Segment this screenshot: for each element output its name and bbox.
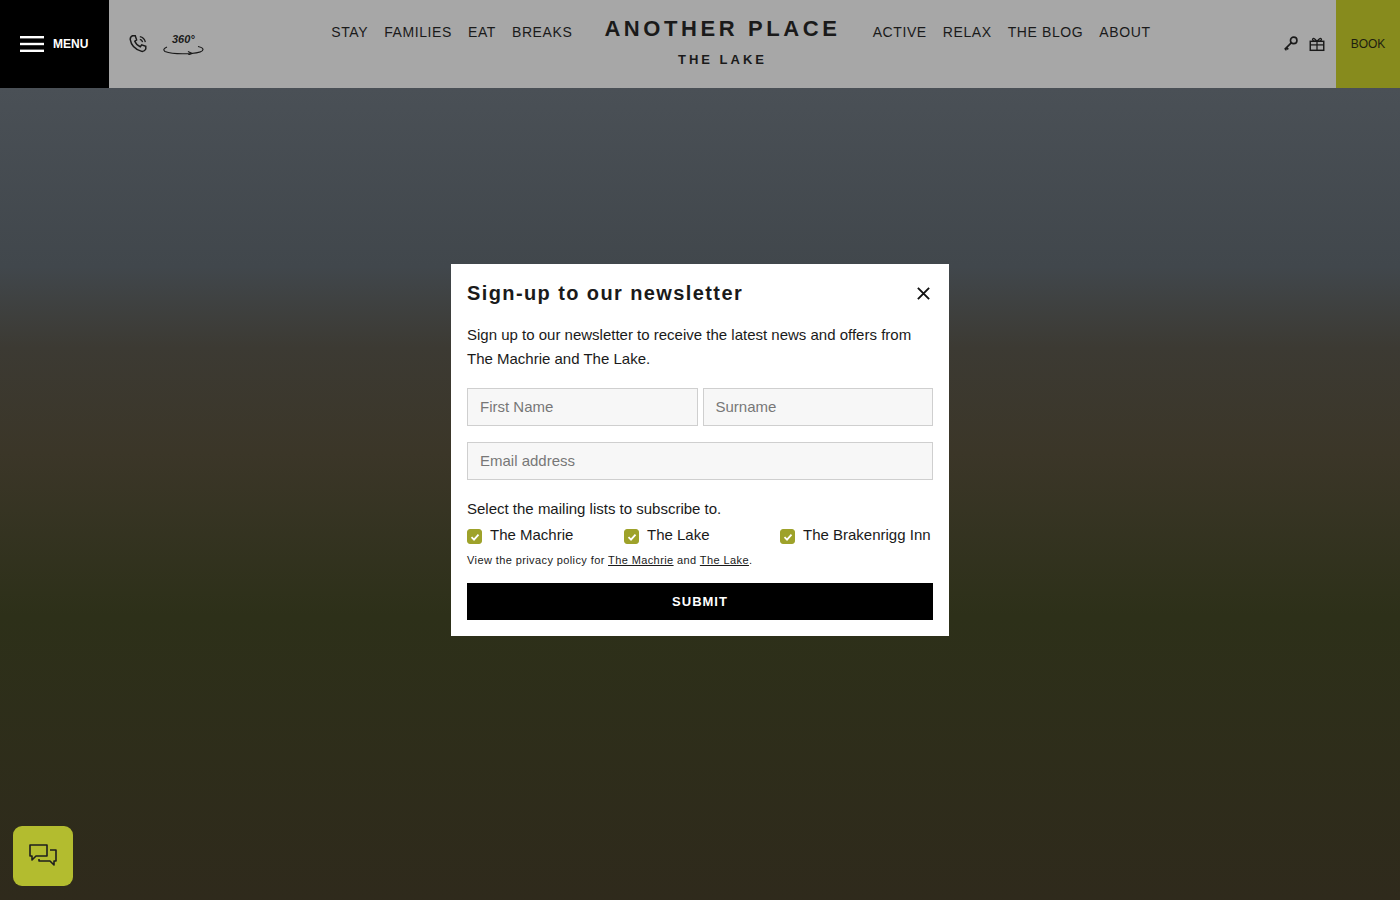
list-checkbox-row[interactable]: The Machrie — [467, 527, 624, 544]
menu-button[interactable]: MENU — [0, 0, 109, 88]
right-icons — [1282, 0, 1326, 88]
check-icon — [782, 531, 794, 543]
check-icon — [469, 531, 481, 543]
name-row: First NameSurname — [467, 388, 933, 426]
list-label: The Lake — [647, 527, 710, 542]
tour-label: 360° — [172, 33, 195, 45]
logo[interactable]: ANOTHER PLACE THE LAKE — [604, 0, 840, 88]
gift-icon[interactable] — [1308, 35, 1326, 53]
list-label: The Machrie — [490, 527, 573, 542]
mailing-lists: The Machrie The Lake The Brakenrigg Inn — [467, 527, 933, 544]
list-label: The Brakenrigg Inn — [803, 527, 931, 542]
chat-bubbles-icon — [27, 840, 59, 872]
tour-360-button[interactable]: 360° — [161, 33, 205, 55]
privacy-note: View the privacy policy for The Machrie … — [467, 554, 933, 566]
lists-label: Select the mailing lists to subscribe to… — [467, 500, 933, 517]
nav-left: STAY FAMILIES EAT BREAKS — [331, 0, 572, 40]
modal-layer: Sign-up to our newsletter Sign up to our… — [0, 0, 1400, 900]
privacy-link[interactable]: The Lake — [700, 554, 749, 566]
close-icon[interactable] — [916, 286, 931, 301]
nav-item[interactable]: BREAKS — [512, 24, 572, 40]
nav-item[interactable]: ABOUT — [1099, 24, 1150, 40]
name-field[interactable]: First Name — [467, 388, 698, 426]
page: MENU 360° STAY FAMILIES EAT BREAKS ANOTHER … — [0, 0, 1400, 900]
logo-title: ANOTHER PLACE — [604, 16, 840, 42]
checkbox[interactable] — [780, 529, 795, 544]
hamburger-icon — [20, 35, 44, 53]
checkbox[interactable] — [624, 529, 639, 544]
modal-title: Sign-up to our newsletter — [467, 282, 743, 305]
modal-header: Sign-up to our newsletter — [467, 280, 933, 305]
rotate-arrow-icon — [161, 45, 205, 55]
logo-subtitle: THE LAKE — [678, 52, 767, 67]
left-zone: 360° STAY FAMILIES EAT BREAKS — [109, 0, 604, 88]
nav-right: ACTIVE RELAX THE BLOG ABOUT — [873, 0, 1151, 40]
email-field[interactable]: Email address — [467, 442, 933, 480]
newsletter-modal: Sign-up to our newsletter Sign up to our… — [451, 264, 949, 636]
nav-item[interactable]: EAT — [468, 24, 496, 40]
right-zone: ACTIVE RELAX THE BLOG ABOUT — [841, 0, 1336, 88]
nav-item[interactable]: STAY — [331, 24, 368, 40]
key-icon[interactable] — [1282, 35, 1300, 53]
nav-item[interactable]: ACTIVE — [873, 24, 927, 40]
chat-button[interactable] — [13, 826, 73, 886]
nav-item[interactable]: RELAX — [943, 24, 992, 40]
nav-item[interactable]: THE BLOG — [1008, 24, 1084, 40]
phone-icon[interactable] — [127, 33, 149, 55]
submit-button[interactable]: SUBMIT — [467, 583, 933, 620]
menu-label: MENU — [53, 37, 88, 51]
header-tools: 360° — [127, 0, 205, 88]
privacy-link[interactable]: The Machrie — [608, 554, 674, 566]
checkbox[interactable] — [467, 529, 482, 544]
check-icon — [626, 531, 638, 543]
site-header: MENU 360° STAY FAMILIES EAT BREAKS ANOTHER … — [0, 0, 1400, 88]
nav-item[interactable]: FAMILIES — [384, 24, 452, 40]
list-checkbox-row[interactable]: The Brakenrigg Inn — [780, 527, 933, 544]
book-button[interactable]: BOOK — [1336, 0, 1400, 88]
list-checkbox-row[interactable]: The Lake — [624, 527, 780, 544]
modal-intro: Sign up to our newsletter to receive the… — [467, 323, 933, 371]
name-field[interactable]: Surname — [703, 388, 934, 426]
